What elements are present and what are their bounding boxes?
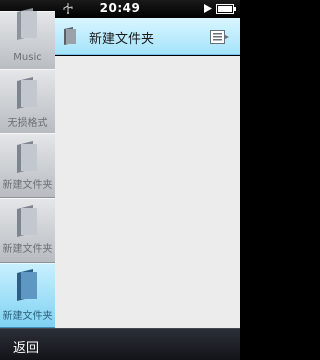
battery-icon — [216, 4, 236, 14]
back-button[interactable]: 返回 — [13, 337, 39, 356]
sidebar-item-label: 新建文件夹 — [2, 180, 53, 191]
sidebar-item-label: 新建文件夹 — [2, 244, 53, 255]
sidebar-item-new-folder-1[interactable]: 新建文件夹 — [0, 133, 55, 198]
file-list[interactable] — [55, 56, 240, 328]
list-menu-icon[interactable] — [210, 30, 230, 44]
sidebar-item-new-folder-2[interactable]: 新建文件夹 — [0, 198, 55, 263]
play-icon — [204, 4, 212, 13]
folder-header: 新建文件夹 — [55, 18, 240, 55]
sidebar-item-music[interactable]: Music — [0, 8, 55, 71]
sidebar-item-label: Music — [13, 52, 42, 63]
folder-sidebar: Music 无损格式 新建文件夹 新建文件夹 新建文件夹 — [0, 8, 55, 328]
sidebar-item-label: 新建文件夹 — [2, 311, 53, 322]
folder-icon — [17, 269, 37, 301]
folder-icon — [17, 8, 37, 40]
page-title: 新建文件夹 — [89, 32, 155, 47]
folder-icon — [17, 141, 37, 173]
sidebar-item-new-folder-3[interactable]: 新建文件夹 — [0, 263, 55, 328]
folder-icon — [64, 27, 76, 45]
sidebar-item-label: 无损格式 — [7, 118, 48, 129]
sidebar-item-lossless[interactable]: 无损格式 — [0, 69, 55, 134]
folder-icon — [17, 205, 37, 237]
bottom-bar: 返回 — [0, 328, 240, 360]
folder-icon — [17, 77, 37, 109]
